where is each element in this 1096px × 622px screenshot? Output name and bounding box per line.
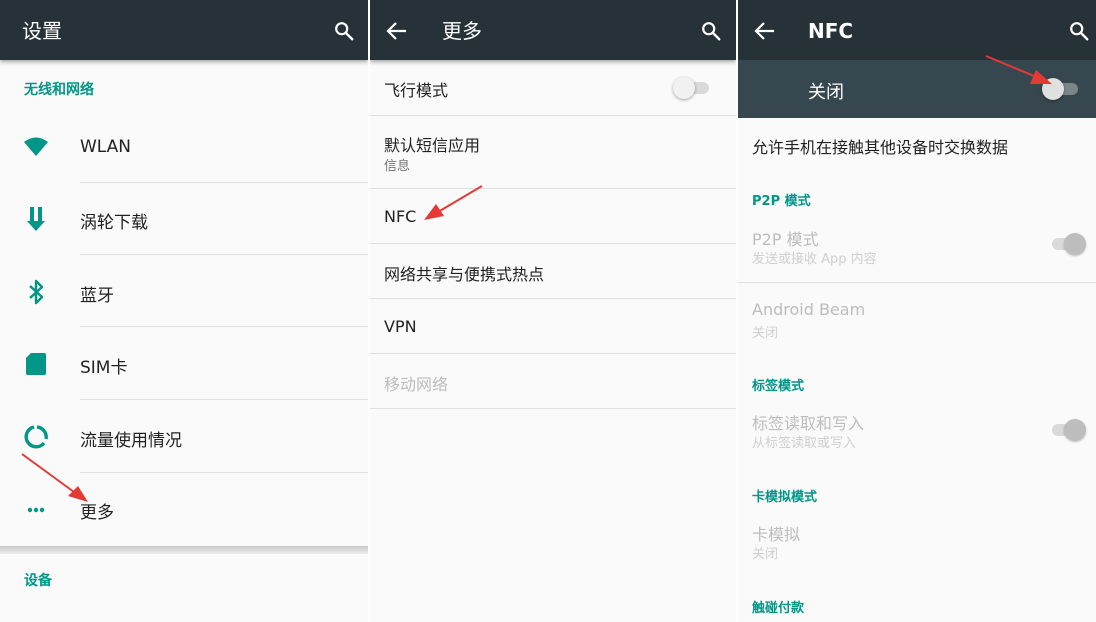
divider xyxy=(80,326,368,327)
section-header-p2p: P2P 模式 xyxy=(752,194,811,209)
page-title: NFC xyxy=(808,19,854,43)
android-beam-item: Android Beam xyxy=(752,300,866,319)
android-beam-sub: 关闭 xyxy=(752,326,779,341)
settings-item-wlan[interactable]: WLAN xyxy=(80,137,131,157)
settings-item-more[interactable]: 更多 xyxy=(80,498,114,523)
divider xyxy=(370,408,736,409)
card-emulation-item: 卡模拟 xyxy=(752,525,801,544)
section-header-wireless: 无线和网络 xyxy=(24,82,94,98)
back-arrow-icon[interactable] xyxy=(752,18,778,44)
nfc-screen: NFC 关闭 允许手机在接触其他设备时交换数据 P2P 模式 P2P 模式 发送… xyxy=(738,0,1096,622)
tag-read-write-sub: 从标签读取或写入 xyxy=(752,436,857,451)
wifi-icon xyxy=(24,137,48,156)
tag-read-write-item: 标签读取和写入 xyxy=(752,414,865,433)
sim-card-icon xyxy=(26,353,46,375)
divider xyxy=(80,182,368,183)
airplane-mode-label: 飞行模式 xyxy=(384,81,449,100)
nfc-master-switch-bar[interactable]: 关闭 xyxy=(738,60,1096,118)
more-toolbar: 更多 xyxy=(370,0,736,60)
more-screen: 更多 飞行模式 默认短信应用 信息 NFC 网络共享与便携式热点 VPN 移动网… xyxy=(370,0,736,622)
divider xyxy=(370,353,736,354)
mobile-network-item: 移动网络 xyxy=(384,375,449,394)
page-title: 更多 xyxy=(442,19,482,43)
settings-item-data-usage[interactable]: 流量使用情况 xyxy=(80,426,182,451)
search-icon[interactable] xyxy=(700,20,722,42)
page-title: 设置 xyxy=(22,19,62,43)
vpn-item[interactable]: VPN xyxy=(384,317,417,336)
nfc-description: 允许手机在接触其他设备时交换数据 xyxy=(752,138,1009,157)
p2p-mode-sub: 发送或接收 App 内容 xyxy=(752,252,877,267)
hotspot-item[interactable]: 网络共享与便携式热点 xyxy=(384,261,544,285)
divider xyxy=(80,399,368,400)
divider xyxy=(80,472,368,473)
section-header-card-emulation: 卡模拟模式 xyxy=(752,490,818,505)
settings-item-turbo-download[interactable]: 涡轮下载 xyxy=(80,208,148,233)
p2p-mode-item: P2P 模式 xyxy=(752,230,819,249)
divider xyxy=(370,298,736,299)
more-dots-icon xyxy=(27,507,45,513)
bluetooth-icon xyxy=(29,279,44,305)
annotation-arrow-icon xyxy=(424,185,483,220)
section-header-tag: 标签模式 xyxy=(752,379,805,394)
nfc-status-label: 关闭 xyxy=(808,82,844,103)
divider xyxy=(738,282,1096,283)
search-icon[interactable] xyxy=(1068,20,1090,42)
download-arrow-icon xyxy=(27,207,45,231)
section-separator xyxy=(0,546,368,554)
section-header-device: 设备 xyxy=(24,573,52,589)
divider xyxy=(370,243,736,244)
airplane-mode-toggle[interactable] xyxy=(673,76,711,100)
divider xyxy=(370,115,736,116)
search-icon[interactable] xyxy=(333,20,355,42)
settings-screen: 设置 无线和网络 WLAN 涡轮下载 蓝牙 SIM卡 流量使用情况 更多 设备 xyxy=(0,0,368,622)
data-usage-icon xyxy=(24,425,48,449)
back-arrow-icon[interactable] xyxy=(384,18,410,44)
settings-item-bluetooth[interactable]: 蓝牙 xyxy=(80,281,114,306)
nfc-master-toggle[interactable] xyxy=(1042,77,1080,101)
card-emulation-sub: 关闭 xyxy=(752,547,779,562)
nfc-toolbar: NFC xyxy=(738,0,1096,60)
settings-toolbar: 设置 xyxy=(0,0,368,60)
p2p-mode-toggle xyxy=(1048,232,1086,256)
default-sms-app-value: 信息 xyxy=(384,159,411,174)
tag-read-write-toggle xyxy=(1048,418,1086,442)
divider xyxy=(80,254,368,255)
divider xyxy=(370,188,736,189)
default-sms-app-item[interactable]: 默认短信应用 xyxy=(384,132,480,156)
settings-item-sim-card[interactable]: SIM卡 xyxy=(80,353,127,378)
section-header-touch-pay: 触碰付款 xyxy=(752,601,805,616)
nfc-item[interactable]: NFC xyxy=(384,207,416,226)
